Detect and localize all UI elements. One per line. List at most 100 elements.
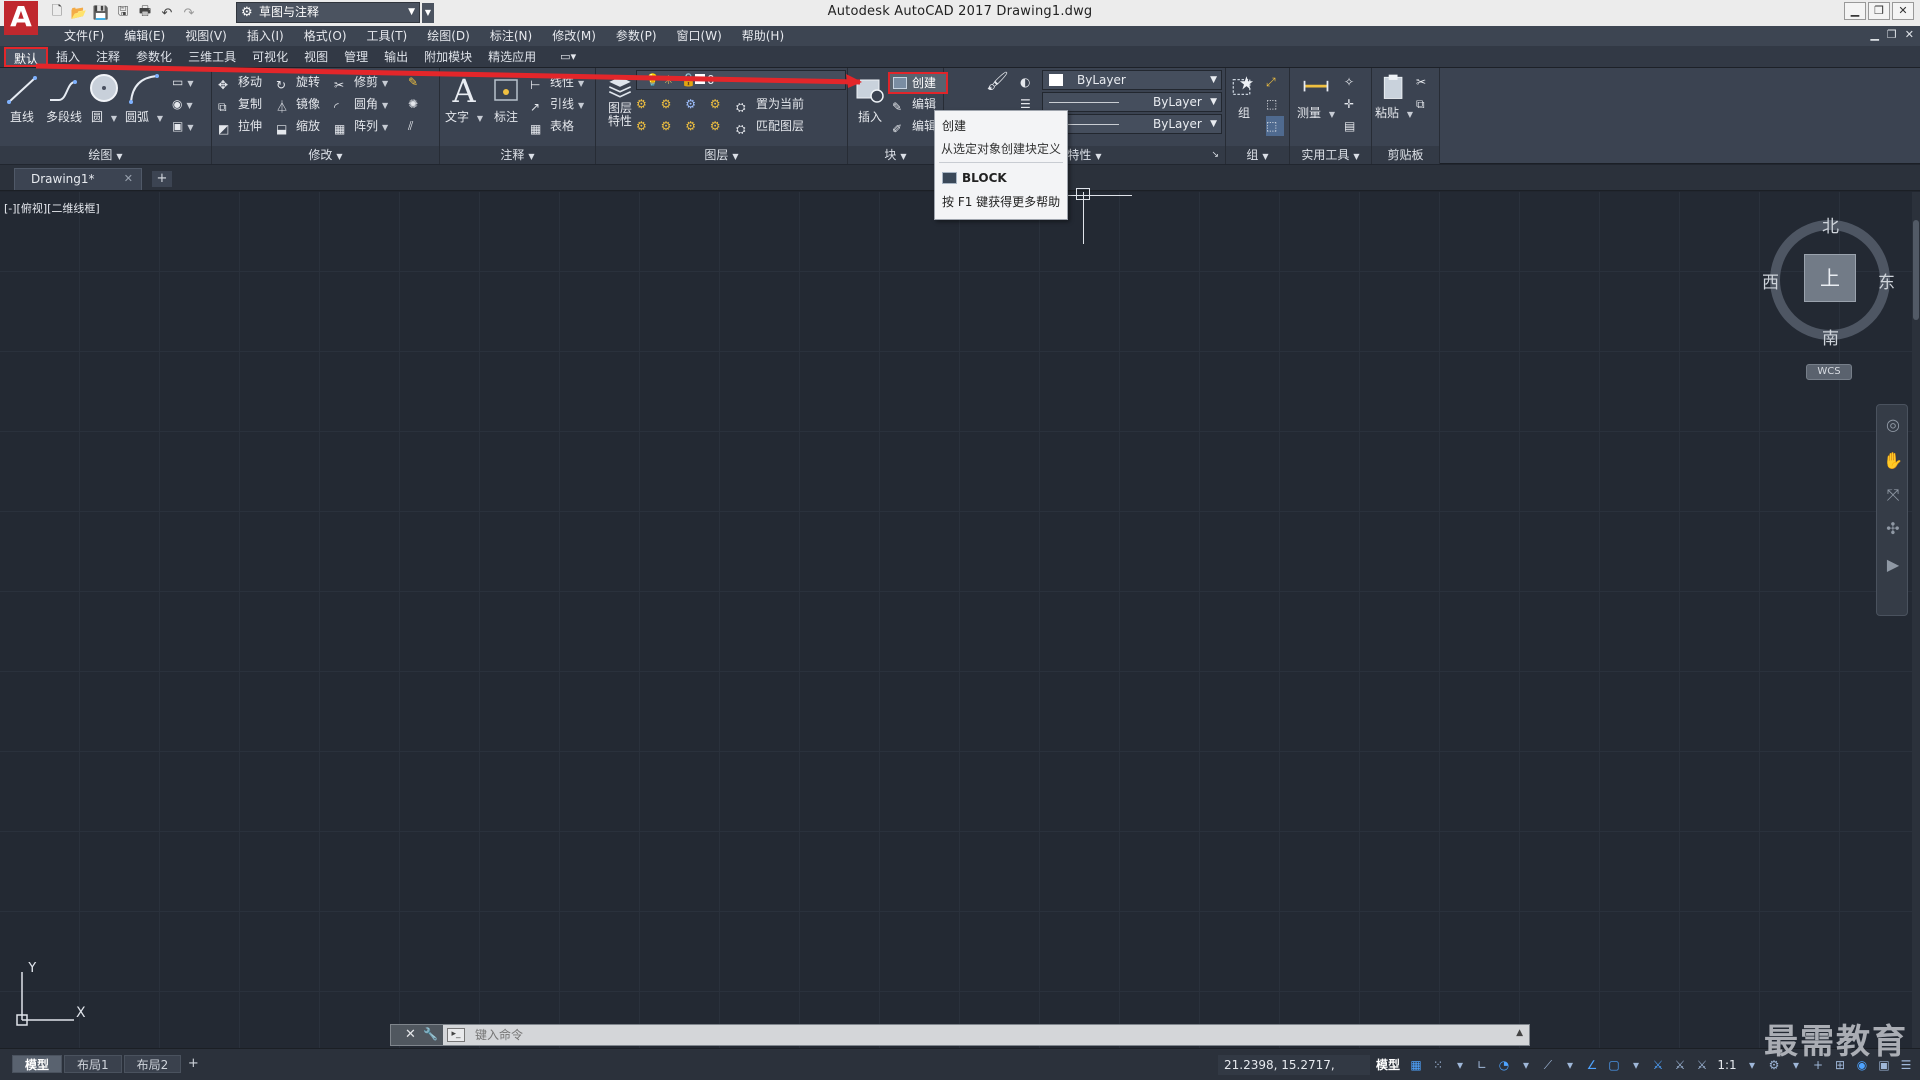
close-window-button[interactable]: ✕ (1892, 2, 1914, 20)
linear-dim-tool[interactable]: ⊢ 线性 ▼ (530, 72, 584, 92)
match-layer-tool[interactable]: ⛭ 匹配图层 (736, 116, 804, 136)
clipboard-panel-title[interactable]: 剪贴板 (1372, 146, 1439, 164)
tab-parametric[interactable]: 参数化 (128, 47, 180, 67)
text-tool[interactable]: A 文字 ▼ (442, 72, 486, 125)
command-line-grip[interactable]: ✕ 🔧 (391, 1025, 443, 1045)
isodraft-menu-icon[interactable]: ▾ (1562, 1057, 1578, 1073)
zoom-extents-icon[interactable]: ⤧ (1883, 485, 1903, 505)
tab-output[interactable]: 输出 (376, 47, 416, 67)
layer-on-icon[interactable]: ⚙ (636, 119, 647, 133)
add-layout-button[interactable]: + (183, 1055, 203, 1073)
array-tool[interactable]: ▦ 阵列 ▼ (334, 116, 388, 136)
scale-menu-icon[interactable]: ▾ (1744, 1057, 1760, 1073)
annotation-scale-label[interactable]: 1:1 (1716, 1058, 1738, 1072)
block-edit-tool[interactable]: ✎ 编辑 (892, 94, 936, 114)
menu-dimension[interactable]: 标注(N) (480, 26, 542, 46)
menu-draw[interactable]: 绘图(D) (417, 26, 480, 46)
groups-panel-title[interactable]: 组 ▼ (1226, 146, 1289, 164)
color-select[interactable]: ByLayer ▼ (1042, 70, 1222, 90)
annotation-scale-icon[interactable]: ⚔ (1694, 1057, 1710, 1073)
draw-panel-title[interactable]: 绘图 ▼ (0, 146, 211, 164)
isodraft-icon[interactable]: ⟋ (1540, 1057, 1556, 1073)
wcs-menu-button[interactable]: WCS (1806, 364, 1852, 380)
tab-featured-apps[interactable]: 精选应用 (480, 47, 544, 67)
point-id-tool[interactable]: ✛ (1344, 94, 1354, 114)
compass-west[interactable]: 西 (1762, 268, 1779, 293)
compass-north[interactable]: 北 (1822, 212, 1839, 237)
copy-clip-tool[interactable]: ⧉ (1416, 94, 1425, 114)
offset-tool[interactable]: ⫽ (408, 116, 413, 136)
explode-tool[interactable]: ✺ (408, 94, 418, 114)
block-edit-attributes-tool[interactable]: ✐ 编辑 (892, 116, 936, 136)
layout-tab-model[interactable]: 模型 (12, 1055, 63, 1073)
stretch-tool[interactable]: ◩ 拉伸 (218, 116, 262, 136)
create-block-button[interactable]: 创建 (888, 72, 948, 94)
minimize-button[interactable]: ▁ (1844, 2, 1866, 20)
polar-menu-icon[interactable]: ▾ (1518, 1057, 1534, 1073)
chevron-up-icon[interactable]: ▲ (1516, 1028, 1523, 1038)
color-wheel-tool[interactable]: ◐ (1020, 72, 1030, 92)
vertical-scrollbar[interactable] (1913, 220, 1919, 320)
menu-view[interactable]: 视图(V) (175, 26, 237, 46)
leader-tool[interactable]: ↗ 引线 ▼ (530, 94, 584, 114)
close-icon[interactable]: ✕ (405, 1027, 416, 1042)
annotation-visibility-icon[interactable]: ⚔ (1650, 1057, 1666, 1073)
model-space-button[interactable]: 模型 (1372, 1055, 1404, 1075)
doc-restore-icon[interactable]: ❐ (1887, 28, 1897, 41)
orbit-icon[interactable]: ✣ (1883, 519, 1903, 539)
viewcube-top-face[interactable]: 上 (1804, 254, 1856, 302)
command-input[interactable] (475, 1026, 1495, 1044)
tab-view[interactable]: 视图 (296, 47, 336, 67)
object-snap-icon[interactable]: ▢ (1606, 1057, 1622, 1073)
snap-menu-icon[interactable]: ▾ (1452, 1057, 1468, 1073)
rectangle-tool[interactable]: ▭ ▼ (172, 72, 194, 92)
group-tool[interactable]: 组 (1226, 72, 1262, 121)
menu-edit[interactable]: 编辑(E) (114, 26, 175, 46)
menu-help[interactable]: 帮助(H) (732, 26, 794, 46)
group-edit-tool[interactable]: ⬚ (1266, 94, 1277, 114)
insert-block-tool[interactable]: 插入 (848, 72, 892, 125)
layer-isolate-icon[interactable]: ⚙ (661, 97, 672, 111)
layer-unlock-icon[interactable]: ⚙ (710, 119, 721, 133)
layer-select[interactable]: 💡 ☀ 🔓 0 (636, 70, 846, 90)
wrench-icon[interactable]: 🔧 (423, 1027, 438, 1041)
object-snap-menu-icon[interactable]: ▾ (1628, 1057, 1644, 1073)
recent-commands-icon[interactable]: ▸_ (447, 1028, 465, 1042)
layer-freeze-icon[interactable]: ⚙ (685, 97, 696, 111)
steering-wheel-icon[interactable]: ◎ (1883, 415, 1903, 435)
cut-tool[interactable]: ✂ (1416, 72, 1426, 92)
mirror-tool[interactable]: ⏃ 镜像 (276, 94, 320, 114)
layers-panel-title[interactable]: 图层 ▼ (596, 146, 847, 164)
paste-tool[interactable]: 粘贴 ▼ (1372, 72, 1416, 121)
tab-annotate[interactable]: 注释 (88, 47, 128, 67)
dimension-tool[interactable]: 标注 (484, 72, 528, 125)
table-tool[interactable]: ▦ 表格 (530, 116, 574, 136)
make-current-tool[interactable]: ⛭ 置为当前 (736, 94, 804, 114)
tab-addins[interactable]: 附加模块 (416, 47, 480, 67)
ortho-toggle-icon[interactable]: ∟ (1474, 1057, 1490, 1073)
menu-window[interactable]: 窗口(W) (667, 26, 732, 46)
hatch-tool[interactable]: ◉ ▼ (172, 94, 193, 114)
move-tool[interactable]: ✥ 移动 (218, 72, 262, 92)
tab-default[interactable]: 默认 (4, 47, 49, 67)
menu-insert[interactable]: 插入(I) (237, 26, 294, 46)
annotation-panel-title[interactable]: 注释 ▼ (440, 146, 595, 164)
object-snap-tracking-icon[interactable]: ∠ (1584, 1057, 1600, 1073)
tab-manage[interactable]: 管理 (336, 47, 376, 67)
compass-south[interactable]: 南 (1822, 324, 1839, 349)
match-properties-tool[interactable]: 🖌 (986, 72, 1009, 102)
compass-east[interactable]: 东 (1878, 268, 1895, 293)
tab-insert[interactable]: 插入 (48, 47, 88, 67)
layer-lock-icon[interactable]: ⚙ (710, 97, 721, 111)
scale-tool[interactable]: ⬓ 缩放 (276, 116, 320, 136)
layer-unisolate-icon[interactable]: ⚙ (661, 119, 672, 133)
ribbon-display-toggle[interactable]: ▭▾ (560, 47, 576, 67)
lineweight-select[interactable]: ByLayer ▼ (1042, 114, 1222, 134)
viewcube[interactable]: 上 北 南 东 西 (1762, 212, 1898, 349)
linetype-select[interactable]: ByLayer ▼ (1042, 92, 1222, 112)
trim-tool[interactable]: ✂ 修剪 ▼ (334, 72, 388, 92)
grid-toggle-icon[interactable]: ▦ (1408, 1057, 1424, 1073)
ungroup-tool[interactable]: ⤢ (1266, 72, 1276, 92)
menu-modify[interactable]: 修改(M) (542, 26, 606, 46)
doc-close-icon[interactable]: ✕ (1905, 28, 1914, 41)
